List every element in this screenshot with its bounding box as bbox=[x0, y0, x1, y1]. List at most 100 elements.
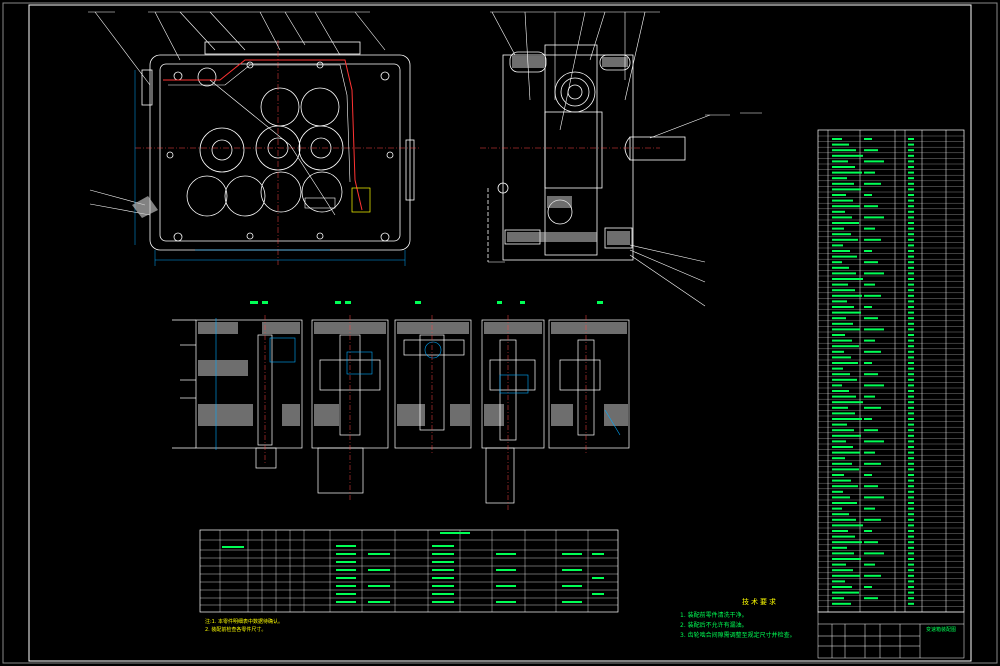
parts-list-entry bbox=[908, 328, 914, 331]
parts-list-entry bbox=[908, 322, 914, 325]
parts-list-entry bbox=[832, 423, 847, 426]
parts-list-entry bbox=[832, 138, 842, 140]
parts-list-entry bbox=[832, 468, 859, 471]
parts-list-entry bbox=[908, 485, 914, 488]
parts-list-entry bbox=[908, 345, 914, 348]
parts-list-entry bbox=[832, 289, 855, 292]
cad-drawing bbox=[2, 2, 998, 664]
side-view bbox=[480, 44, 686, 262]
parts-list-entry bbox=[908, 177, 914, 180]
parts-list-entry bbox=[908, 222, 914, 224]
tech-req-heading: 技术要求 bbox=[742, 598, 778, 606]
parts-list-entry bbox=[908, 367, 914, 370]
parts-list-entry bbox=[908, 569, 914, 572]
parts-list-entry bbox=[864, 205, 878, 208]
parts-list-entry bbox=[908, 334, 914, 336]
parts-list-entry bbox=[832, 446, 853, 448]
parts-list-entry bbox=[832, 434, 861, 437]
parts-list-entry bbox=[832, 350, 844, 353]
parts-list-entry bbox=[864, 250, 872, 252]
parts-list-entry bbox=[832, 210, 845, 213]
parts-list-entry bbox=[864, 563, 875, 566]
parts-list-entry bbox=[908, 418, 914, 420]
parts-list-entry bbox=[908, 406, 914, 409]
parts-list-entry bbox=[908, 378, 914, 381]
parts-list-entry bbox=[908, 535, 914, 538]
parts-list-entry bbox=[832, 272, 856, 275]
parts-list-entry bbox=[832, 233, 851, 236]
parts-list-entry bbox=[864, 194, 872, 196]
parts-list-entry bbox=[908, 154, 914, 157]
parts-list-entry bbox=[908, 496, 914, 499]
parts-list-entry bbox=[864, 328, 884, 331]
parts-list-entry bbox=[832, 586, 852, 588]
parts-list-entry bbox=[832, 317, 846, 320]
parts-list-entry bbox=[832, 339, 852, 342]
parts-list-entry bbox=[908, 194, 914, 196]
parts-list-entry bbox=[832, 541, 862, 544]
parts-list-entry bbox=[908, 580, 914, 583]
parts-list-entry bbox=[908, 563, 914, 566]
parts-list-entry bbox=[864, 160, 884, 163]
parts-list-entry bbox=[908, 350, 914, 353]
parts-list-entry bbox=[908, 373, 914, 376]
parts-list-entry bbox=[832, 513, 849, 516]
parts-list-entry bbox=[908, 591, 914, 594]
parts-list-entry bbox=[908, 205, 914, 208]
parts-list-entry bbox=[908, 513, 914, 516]
parts-list-entry bbox=[832, 418, 862, 420]
parts-list-entry bbox=[864, 507, 875, 510]
parts-list-entry bbox=[908, 518, 914, 521]
parts-list-entry bbox=[908, 289, 914, 292]
parts-list-entry bbox=[864, 406, 881, 409]
parts-list-entry bbox=[832, 507, 842, 510]
parts-list-entry bbox=[908, 317, 914, 320]
parts-list-entry bbox=[908, 451, 914, 454]
parts-list-entry bbox=[832, 485, 858, 488]
parts-list-entry bbox=[832, 244, 843, 247]
parts-list-entry bbox=[908, 266, 914, 269]
parts-list-entry bbox=[832, 311, 861, 314]
parts-list-entry bbox=[832, 412, 855, 415]
parts-list-entry bbox=[832, 518, 856, 521]
parts-list-entry bbox=[908, 586, 914, 588]
parts-list-entry bbox=[832, 261, 842, 264]
parts-list-entry bbox=[864, 474, 872, 476]
parts-list-entry bbox=[908, 446, 914, 448]
parts-list-entry bbox=[908, 356, 914, 359]
parts-list-entry bbox=[832, 451, 860, 454]
side-hatch bbox=[507, 56, 630, 245]
table-footnotes: 注:1. 本零件明细表中数据待确认。 2. 装配前检查各零件尺寸。 bbox=[205, 618, 365, 634]
front-view bbox=[135, 40, 420, 265]
parts-list-entry bbox=[832, 255, 857, 258]
tech-req-item: 2. 装配后不允许有漏油。 bbox=[680, 622, 748, 629]
parts-list-entry bbox=[864, 485, 878, 488]
parts-list-entry bbox=[908, 250, 914, 252]
parts-list-entry bbox=[864, 283, 875, 286]
parts-list-entry bbox=[832, 546, 847, 549]
parts-list-entry bbox=[832, 401, 863, 404]
parts-list-entry bbox=[832, 440, 846, 443]
bolt-holes bbox=[166, 61, 394, 242]
gear-circles bbox=[186, 67, 344, 217]
parts-list-entry bbox=[908, 362, 914, 364]
parts-list-entry bbox=[908, 339, 914, 342]
parts-list-entry bbox=[832, 177, 847, 180]
parts-list-entry bbox=[864, 171, 875, 174]
parts-list-entry bbox=[864, 440, 884, 443]
parts-list-entry bbox=[908, 278, 914, 280]
parts-list-entry bbox=[832, 250, 850, 252]
parts-list-entry bbox=[832, 362, 858, 364]
parts-list-entry bbox=[908, 160, 914, 163]
parts-list-entry bbox=[908, 166, 914, 168]
section-views bbox=[172, 301, 630, 510]
parts-list-entry bbox=[908, 602, 914, 605]
parts-list-entry bbox=[832, 328, 860, 331]
parts-list-entry bbox=[832, 266, 849, 269]
parts-list-entry bbox=[864, 238, 881, 241]
footnote: 注:1. 本零件明细表中数据待确认。 bbox=[205, 619, 284, 625]
parts-list-entry bbox=[864, 261, 878, 264]
parts-list-entry bbox=[832, 188, 861, 191]
parts-list-entry bbox=[832, 558, 861, 560]
parts-list-entry bbox=[832, 300, 847, 303]
